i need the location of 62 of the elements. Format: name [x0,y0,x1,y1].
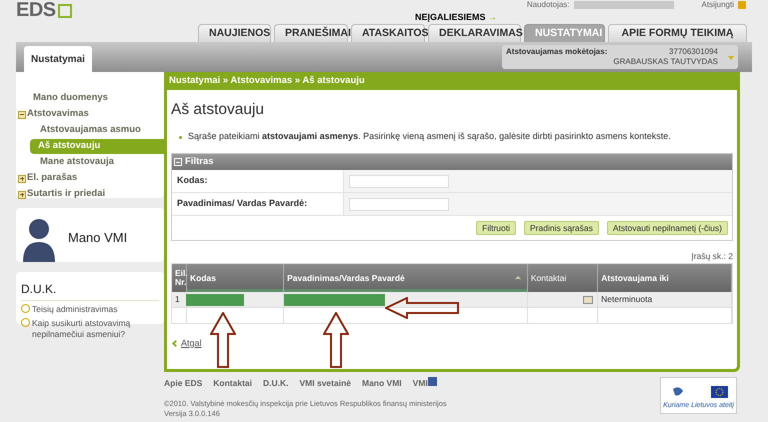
breadcrumb: Nustatymai » Atstovavimas » Aš atstovauju [167,72,737,90]
card-title: D.U.K. [21,280,159,301]
chevron-left-icon[interactable] [172,340,180,348]
back-link[interactable]: Atgal [171,337,202,350]
field-label: Kodas: [172,170,344,192]
info-text: Sąraše pateikiami atstovaujami asmenys. Pasirinkę vieną asmenį iš sąrašo, galėsite dirbti pasirinkto asmens kontekste. [188,130,671,144]
user-label: Naudotojas: [526,0,570,9]
text-input-field[interactable] [349,175,449,188]
payer-selector[interactable]: Atstovaujamas mokėtojas: 37706301094 GRABAUSKAS TAUTVYDAS [502,45,738,69]
expand-icon[interactable] [18,174,26,182]
footer-link[interactable]: Apie EDS [164,376,202,390]
filter-button[interactable]: Pradinis sąrašas [524,221,599,235]
filter-title: Filtras [185,154,214,169]
annotation-arrow [323,312,349,368]
logo[interactable]: EDS [16,0,72,20]
column-header[interactable]: Eil. Nr. [172,264,187,292]
logout-icon[interactable] [738,0,746,8]
footer-link[interactable]: D.U.K. [263,376,288,390]
nav-tab[interactable]: APIE FORMŲ TEIKIMĄ [608,24,747,42]
footer-link[interactable]: VMI svetainė [300,376,351,390]
nav-tab[interactable]: PRANEŠIMAI [274,24,348,42]
sidebar-item[interactable]: Atstovavimas [27,107,89,122]
page-title: Aš atstovauju [171,100,266,118]
bullet-icon [179,136,182,138]
sidebar-item[interactable]: Atstovaujamas asmuo [40,123,141,138]
filter-button[interactable]: Atstovauti nepilnametį (-čius) [606,221,728,235]
sidebar-item[interactable]: El. parašas [27,171,78,186]
column-header[interactable]: Kontaktai [528,264,598,292]
sidebar-item[interactable]: Mane atstovauja [40,155,114,170]
footer-link[interactable]: Mano VMI [362,376,402,390]
contact-card-icon[interactable] [583,296,594,304]
nav-tab[interactable]: NAUJIENOS [198,24,271,42]
payer-name: GRABAUSKAS TAUTVYDAS [613,57,718,67]
column-header[interactable]: Kodas [187,264,284,292]
payer-code: 37706301094 [669,47,718,57]
faq-link[interactable]: Teisių administravimas [32,304,118,315]
footer-link[interactable]: Kontaktai [213,376,252,390]
card-title: Mano VMI [68,228,128,246]
sub-tab[interactable]: Nustatymai [24,46,92,72]
facebook-icon[interactable] [428,376,437,386]
text-input-field[interactable] [349,198,449,211]
column-header[interactable]: Atstovaujama iki [598,264,732,292]
person-icon [22,216,56,262]
nav-tab[interactable]: DEKLARAVIMAS [428,24,521,42]
payer-label: Atstovaujamas mokėtojas: [506,47,608,58]
mano-vmi-card[interactable]: Mano VMI [16,208,164,262]
accessibility-link[interactable]: NEĮGALIESIEMS → [415,11,498,24]
sidebar-item[interactable]: Mano duomenys [33,91,108,106]
footer-link[interactable]: VMI [412,376,428,390]
sidebar-item[interactable]: Sutartis ir priedai [27,187,106,202]
faq-link[interactable]: Kaip susikurti atstovavimą nepilnamečiui asmeniui? [32,318,159,340]
logout-link[interactable]: Atsijungti [702,0,734,9]
filter-header[interactable]: Filtras [172,154,732,170]
collapse-icon[interactable] [18,110,26,118]
annotation-arrow [210,312,236,368]
expand-icon[interactable] [18,190,26,198]
field-label: Pavadinimas/ Vardas Pavardė: [172,193,344,215]
column-header[interactable]: Pavadinimas/Vardas Pavardė [284,264,528,292]
filter-button[interactable]: Filtruoti [476,221,516,235]
sort-icon[interactable] [514,276,521,279]
record-count: Įrašų sk.: 2 [691,250,733,262]
table-cell: Neterminuota [598,292,732,307]
